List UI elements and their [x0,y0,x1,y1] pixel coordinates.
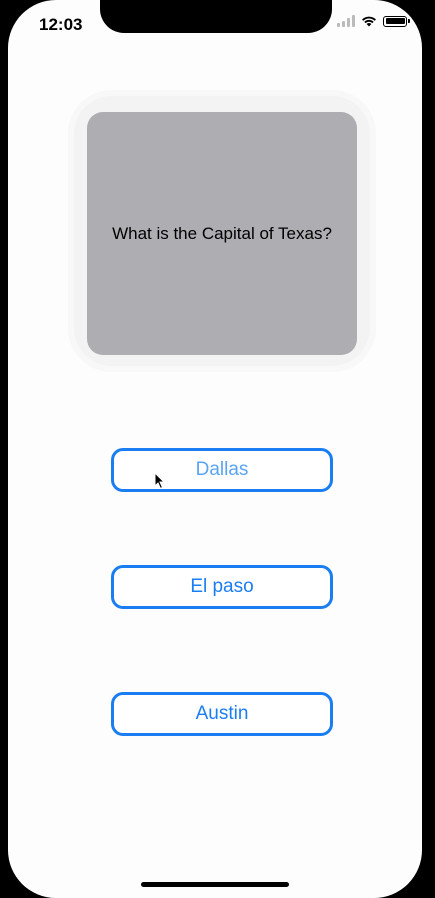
cellular-signal-icon [337,15,355,27]
battery-icon [383,15,407,27]
answer-button-austin[interactable]: Austin [111,692,333,736]
answer-button-el-paso[interactable]: El paso [111,565,333,609]
home-indicator[interactable] [141,882,289,887]
phone-screen: 12:03 What is the Capital of Texas? Dall… [8,0,422,898]
notch [100,0,332,33]
status-time: 12:03 [39,15,83,34]
status-icons [337,15,410,27]
question-card: What is the Capital of Texas? [87,112,357,355]
mouse-cursor-icon [154,472,166,490]
battery-nub [408,19,410,23]
question-text: What is the Capital of Texas? [112,223,332,243]
answer-button-dallas[interactable]: Dallas [111,448,333,492]
wifi-icon [362,16,376,27]
